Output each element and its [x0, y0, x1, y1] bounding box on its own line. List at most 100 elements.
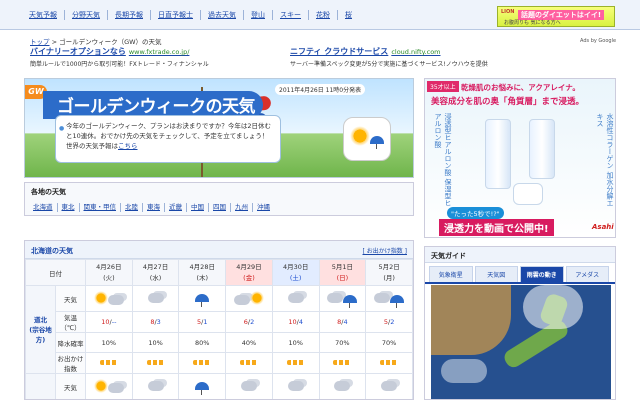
- region-link[interactable]: 関東・甲信: [80, 203, 121, 212]
- gw-description-card: ● 今年のゴールデンウィーク、プランはお決まりですか？今年は2日休むと10連休。…: [55, 115, 281, 163]
- top-nav-item[interactable]: 過去天気: [201, 10, 244, 20]
- outing-index-cell: [85, 352, 133, 374]
- rain-cloud-map[interactable]: [431, 285, 611, 399]
- forecast-table: 日付 4月26日 (火) 4月27日 (水) 4月28日 (木) 4月29日 (金) 4月30日…: [25, 259, 413, 399]
- map-landmass: [431, 285, 511, 355]
- day-weekday: (月): [383, 273, 395, 282]
- temp-min: 1: [203, 318, 208, 326]
- top-nav-item[interactable]: 日直予報士: [151, 10, 201, 20]
- area-name-cell[interactable]: 道北 (宗谷地方): [25, 285, 56, 374]
- top-nav-item[interactable]: 登山: [244, 10, 273, 20]
- weather-cell: [318, 373, 367, 399]
- text-ad-1[interactable]: バイナリーオプションなら www.fxtrade.co.jp/ 簡単ルールで100…: [30, 46, 209, 68]
- row-label-temp: 気温（℃）: [55, 311, 86, 333]
- text-ad-2[interactable]: ニフティ クラウドサービス cloud.nifty.com サーバー準備スペック変…: [290, 46, 488, 68]
- breadcrumb-current: ゴールデンウィーク（GW）の天気: [59, 38, 162, 46]
- breadcrumb-separator: >: [49, 38, 60, 46]
- region-link[interactable]: 九州: [231, 203, 253, 212]
- outing-index-cell: [178, 352, 227, 374]
- temp-max: 10: [288, 318, 297, 326]
- weather-cell: [271, 373, 320, 399]
- age-badge: 35才以上: [427, 81, 459, 92]
- asahi-logo: Asahi: [592, 223, 614, 231]
- top-nav-item[interactable]: 長期予報: [108, 10, 151, 20]
- weather-cell: [365, 285, 413, 312]
- day-header-cell: 4月29日 (金): [225, 259, 273, 286]
- top-nav-item[interactable]: 花粉: [309, 10, 338, 20]
- forecast-row-rain: 降水確率 10% 10% 80% 40% 10% 70% 70%: [26, 332, 413, 353]
- gw-description-text: 今年のゴールデンウィーク、プランはお決まりですか？今年は2日休むと10連休。おで…: [66, 122, 272, 150]
- temp-cell: 10/4: [271, 311, 320, 333]
- weather-guide-heading: 天気ガイド: [425, 247, 615, 263]
- regions-heading: 各地の天気: [31, 188, 66, 196]
- temp-max: 5: [197, 318, 202, 326]
- day-weekday: (日): [336, 273, 349, 282]
- temp-min: 2: [250, 318, 255, 326]
- top-nav-item[interactable]: スキー: [273, 10, 309, 20]
- region-link[interactable]: 東海: [143, 203, 165, 212]
- ad-vertical-left: 浸透型ヒアルロン酸 保湿型ヒアルロン酸: [434, 113, 452, 207]
- day-header-cell: 4月26日 (火): [85, 259, 133, 286]
- ad-cta-button[interactable]: 浸透力を動画で公開中!: [439, 219, 554, 236]
- sunny-cloudy-weather-icon: [93, 378, 124, 395]
- temp-min: --: [111, 318, 117, 326]
- region-link[interactable]: 中国: [187, 203, 209, 212]
- top-nav-item[interactable]: 天気予報: [25, 10, 65, 20]
- day-header-cell: 4月28日 (木): [178, 259, 227, 286]
- outing-index-bar-icon: [99, 360, 118, 365]
- text-ad-desc: サーバー準備スペック変更が5分で実施に基づくサービス!ノウハウを提供: [290, 61, 488, 68]
- temp-max: 5: [383, 318, 388, 326]
- product-bottle-icon: [529, 119, 555, 179]
- weather-guide-tab[interactable]: 天気図: [474, 266, 518, 282]
- temp-min: 3: [156, 318, 161, 326]
- weather-guide-tab[interactable]: アメダス: [565, 266, 609, 282]
- rain-chance-cell: 70%: [365, 332, 413, 353]
- outing-index-bar-icon: [333, 360, 352, 365]
- region-link[interactable]: 沖縄: [253, 203, 274, 212]
- region-link[interactable]: 北海道: [29, 203, 58, 212]
- map-cloud-cover: [441, 359, 487, 383]
- outing-index-cell: [225, 352, 273, 374]
- lion-banner-ad[interactable]: LION 話題のダイエットはイイ! お腹周りも 気になる方へ: [497, 6, 615, 27]
- product-jar-icon: [513, 183, 543, 205]
- outing-index-cell: [318, 352, 367, 374]
- region-link[interactable]: 東北: [58, 203, 80, 212]
- area-name-cell[interactable]: [25, 373, 56, 399]
- day-date: 4月27日: [142, 262, 169, 271]
- outing-index-link[interactable]: [ お出かけ指数 ]: [363, 246, 408, 255]
- outing-index-cell: [365, 352, 413, 374]
- outing-index-bar-icon: [239, 360, 258, 365]
- lion-ad-sub: お腹周りも 気になる方へ: [504, 20, 561, 26]
- cloudy-weather-icon: [147, 380, 164, 393]
- weather-guide-tab[interactable]: 雨雲の動き: [520, 266, 564, 282]
- region-link[interactable]: 北陸: [121, 203, 143, 212]
- temp-cell: 6/2: [225, 311, 273, 333]
- top-nav-item[interactable]: 桜: [338, 10, 359, 20]
- day-header-row: 日付 4月26日 (火) 4月27日 (水) 4月28日 (木) 4月29日 (金) 4月30日…: [25, 259, 413, 286]
- ad-subheadline: 美容成分を肌の奥「角質層」まで浸透。: [431, 97, 585, 107]
- weather-cell: [365, 373, 413, 399]
- day-date: 4月30日: [282, 262, 309, 271]
- text-ad-url[interactable]: cloud.nifty.com: [391, 48, 440, 56]
- day-date: 4月29日: [236, 262, 262, 271]
- forecast-header: 北海道の天気 [ お出かけ指数 ]: [25, 241, 413, 259]
- region-link[interactable]: 近畿: [165, 203, 187, 212]
- temp-cell: 10/--: [85, 311, 133, 333]
- region-link[interactable]: 四国: [209, 203, 231, 212]
- map-cloud-cover: [523, 285, 583, 329]
- rain-chance-cell: 10%: [131, 332, 180, 353]
- day-date: 5月2日: [378, 262, 400, 271]
- top-nav-item[interactable]: 分野天気: [65, 10, 108, 20]
- rain-weather-icon: [195, 381, 210, 395]
- weather-cell: [178, 373, 227, 399]
- temp-min: 4: [298, 318, 303, 326]
- breadcrumb-home-link[interactable]: トップ: [30, 38, 50, 46]
- ads-by-google[interactable]: Ads by Google: [580, 38, 616, 44]
- cosmetics-banner-ad[interactable]: 35才以上 乾燥肌のお悩みに、アクアレイナ。 美容成分を肌の奥「角質層」まで浸透…: [424, 78, 616, 238]
- day-header-cell: 4月30日 (土): [271, 259, 320, 286]
- world-weather-link[interactable]: こちら: [118, 142, 138, 150]
- weather-guide-tab[interactable]: 気象衛星: [429, 266, 473, 282]
- cloudy-sunny-weather-icon: [233, 290, 264, 307]
- text-ad-url[interactable]: www.fxtrade.co.jp/: [129, 48, 190, 56]
- weather-cell: [131, 373, 180, 399]
